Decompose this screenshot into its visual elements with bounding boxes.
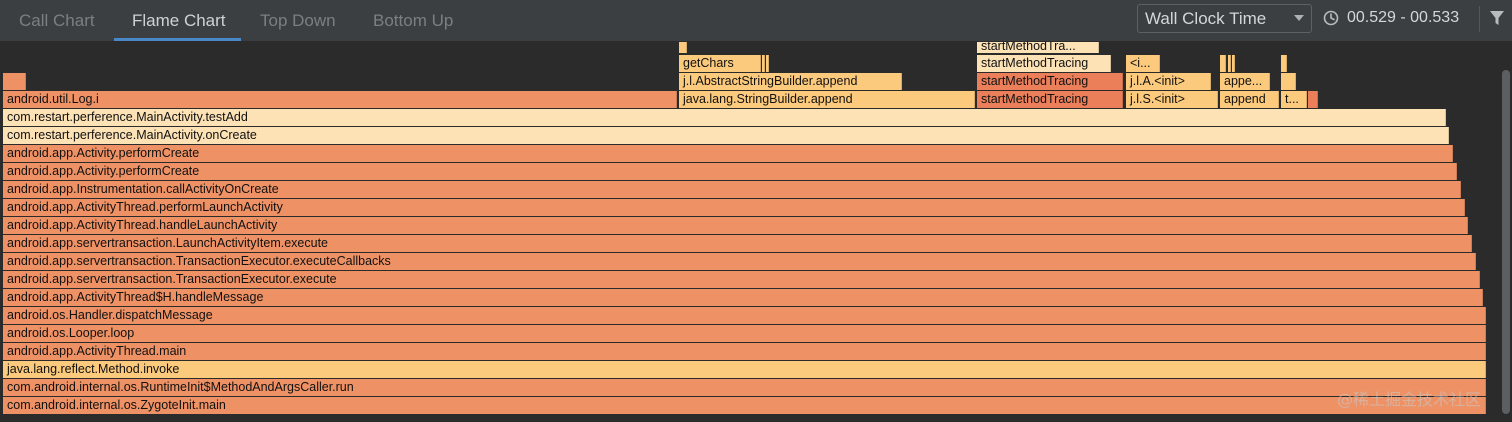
flame-chart[interactable]: startMethodTra... getChars startMethodTr… xyxy=(0,42,1500,422)
flame-frame[interactable]: android.os.Looper.loop xyxy=(3,325,1486,342)
flame-frame[interactable]: android.app.Activity.performCreate xyxy=(3,145,1453,162)
flame-frame[interactable]: com.restart.perference.MainActivity.onCr… xyxy=(3,127,1449,144)
active-tab-indicator xyxy=(114,38,241,41)
toolbar-divider xyxy=(1479,6,1480,32)
watermark: @稀土掘金技术社区 xyxy=(1337,390,1482,409)
flame-frame[interactable]: append xyxy=(1220,91,1279,108)
flame-frame[interactable]: getChars xyxy=(679,55,761,72)
flame-frame-sliver[interactable] xyxy=(1232,55,1235,72)
flame-frame[interactable]: android.app.ActivityThread.handleLaunchA… xyxy=(3,217,1468,234)
flame-frame[interactable]: <i... xyxy=(1126,55,1160,72)
chevron-down-icon xyxy=(1294,15,1304,21)
flame-frame[interactable]: android.app.Instrumentation.callActivity… xyxy=(3,181,1461,198)
flame-frame[interactable]: android.app.ActivityThread.performLaunch… xyxy=(3,199,1465,216)
tab-bottom-up[interactable]: Bottom Up xyxy=(373,0,453,41)
flame-frame[interactable]: appe... xyxy=(1220,73,1270,90)
flame-frame[interactable]: android.os.Handler.dispatchMessage xyxy=(3,307,1486,324)
flame-frame[interactable]: startMethodTracing xyxy=(977,55,1111,72)
flame-frame[interactable]: android.app.servertransaction.LaunchActi… xyxy=(3,235,1472,252)
flame-frame[interactable]: t... xyxy=(1281,91,1307,108)
flame-frame-sliver[interactable] xyxy=(1308,91,1318,108)
flame-frame[interactable]: android.app.ActivityThread.main xyxy=(3,343,1486,360)
tab-flame-chart[interactable]: Flame Chart xyxy=(132,0,226,41)
flame-frame-sliver[interactable] xyxy=(1228,55,1231,72)
flame-frame[interactable]: java.lang.StringBuilder.append xyxy=(679,91,975,108)
flame-frame[interactable]: android.app.servertransaction.Transactio… xyxy=(3,253,1476,270)
time-range-label: 00.529 - 00.533 xyxy=(1347,9,1460,26)
flame-frame[interactable]: startMethodTracing xyxy=(977,91,1123,108)
filter-icon[interactable] xyxy=(1489,9,1505,27)
profiler-window: Call Chart Flame Chart Top Down Bottom U… xyxy=(0,0,1512,422)
flame-frame[interactable]: com.restart.perference.MainActivity.test… xyxy=(3,109,1446,126)
flame-frame[interactable]: startMethodTracing xyxy=(977,73,1123,90)
clock-type-dropdown[interactable]: Wall Clock Time xyxy=(1137,4,1312,33)
flame-frame[interactable]: com.android.internal.os.RuntimeInit$Meth… xyxy=(3,379,1486,396)
flame-frame[interactable]: com.android.internal.os.ZygoteInit.main xyxy=(3,397,1486,414)
flame-frame-sliver[interactable] xyxy=(1281,73,1296,90)
vertical-scrollbar[interactable] xyxy=(1502,70,1510,414)
tab-top-down[interactable]: Top Down xyxy=(260,0,336,41)
flame-frame[interactable]: java.lang.reflect.Method.invoke xyxy=(3,361,1486,378)
flame-frame-sliver[interactable] xyxy=(1281,55,1287,72)
flame-frame[interactable]: j.l.S.<init> xyxy=(1126,91,1218,108)
flame-frame[interactable]: j.l.A.<init> xyxy=(1126,73,1211,90)
flame-frame[interactable]: startMethodTra... xyxy=(977,42,1099,53)
flame-frame-sliver[interactable] xyxy=(766,55,769,72)
flame-frame[interactable]: android.app.Activity.performCreate xyxy=(3,163,1457,180)
flame-frame-sliver[interactable] xyxy=(679,42,687,53)
toolbar: Call Chart Flame Chart Top Down Bottom U… xyxy=(0,0,1512,42)
clock-icon xyxy=(1323,10,1339,26)
flame-frame-sliver[interactable] xyxy=(3,73,26,90)
flame-frame-sliver[interactable] xyxy=(762,55,765,72)
flame-frame[interactable]: android.app.servertransaction.Transactio… xyxy=(3,271,1480,288)
flame-frame[interactable]: android.app.ActivityThread$H.handleMessa… xyxy=(3,289,1483,306)
tab-call-chart[interactable]: Call Chart xyxy=(19,0,95,41)
clock-type-value: Wall Clock Time xyxy=(1145,9,1267,28)
flame-frame-sliver[interactable] xyxy=(1220,55,1226,72)
flame-frame[interactable]: android.util.Log.i xyxy=(3,91,677,108)
flame-frame[interactable]: j.l.AbstractStringBuilder.append xyxy=(679,73,902,90)
